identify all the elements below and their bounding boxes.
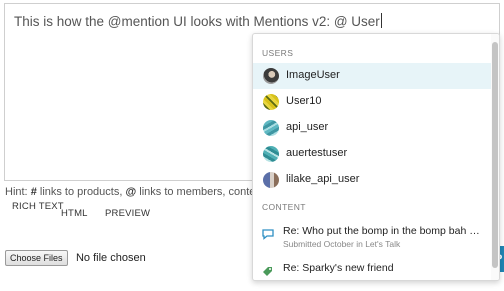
editor-text: This is how the @mention UI looks with M… [14,14,380,29]
content-meta: Submitted October in Let's Talk [283,239,401,249]
yellow-pattern-avatar-icon [263,94,279,110]
user-name: auertestuser [286,147,348,159]
tab-html[interactable]: HTML [61,208,88,219]
mention-user-item[interactable]: User10 [253,89,491,115]
hash-hint: links to products, [36,186,126,198]
editor-mode-tabs: RICH TEXT HTML PREVIEW [0,200,240,224]
user-name: User10 [286,95,322,107]
editor-content[interactable]: This is how the @mention UI looks with M… [14,13,382,29]
mention-content-item[interactable]: Re: Who put the bomp in the bomp bah bom… [253,223,491,259]
users-section-title: USERS [262,48,294,58]
mention-dropdown: USERS ImageUser User10 api_user auertest… [252,33,500,281]
at-symbol: @ [125,186,137,198]
tab-preview[interactable]: PREVIEW [105,208,150,219]
hint-prefix: Hint: [5,186,28,198]
content-title: Re: Who put the bomp in the bomp bah bom… [283,225,483,237]
at-hint: links to members, content [136,186,265,198]
chat-bubble-icon [262,229,274,240]
photo-avatar-icon [263,68,279,84]
user-name: ImageUser [286,69,340,81]
mention-content-item[interactable]: Re: Sparky's new friend [253,260,491,280]
file-upload: Choose Files No file chosen [5,249,146,267]
hint-text: Hint: # links to products, @ links to me… [5,186,265,198]
file-status: No file chosen [75,251,146,264]
text-caret [380,13,382,28]
user-name: lilake_api_user [286,173,360,185]
mention-user-item[interactable]: api_user [253,115,491,141]
user-name: api_user [286,121,329,133]
tag-icon [263,267,272,276]
choose-files-button[interactable]: Choose Files [5,249,68,266]
mention-user-item[interactable]: lilake_api_user [253,167,491,193]
dropdown-scrollbar-thumb[interactable] [492,42,498,268]
tab-rich-text[interactable]: RICH TEXT [12,201,64,212]
mention-user-item[interactable]: ImageUser [253,63,491,89]
content-title: Re: Sparky's new friend [283,262,394,274]
teal-pattern-avatar-icon [263,120,279,136]
content-section-title: CONTENT [262,202,306,212]
mention-user-item[interactable]: auertestuser [253,141,491,167]
photo-avatar-icon [263,172,279,188]
teal-pattern-avatar-icon [263,146,279,162]
